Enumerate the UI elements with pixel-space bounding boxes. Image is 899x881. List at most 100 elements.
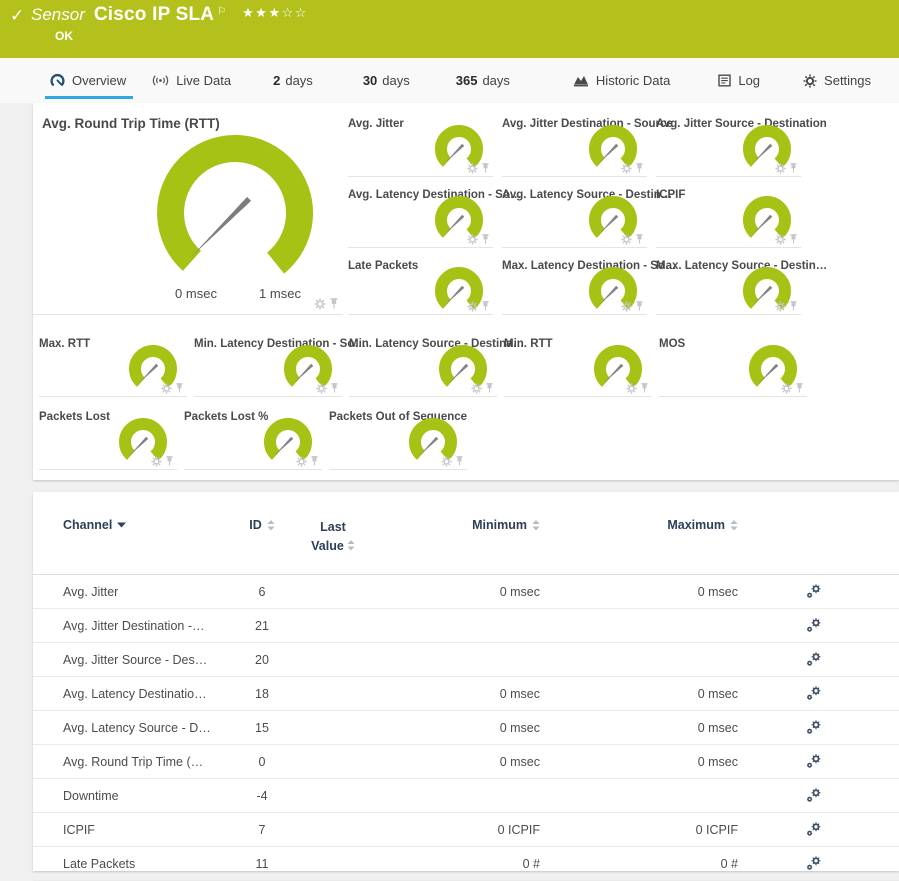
cell-id: 6 [233,585,291,599]
table-row: Avg. Latency Destinatio… 18 0 msec 0 mse… [33,677,899,711]
gauge-cell: Max. RTT [39,331,187,397]
gear-icon[interactable] [316,383,327,394]
column-header-last-value[interactable]: Last Value [304,518,362,556]
column-header-maximum[interactable]: Maximum [540,518,738,532]
gauge-cell-avg-rtt: Avg. Round Trip Time (RTT) 0 msec 1 msec [33,103,343,315]
gauge-cell: Late Packets [348,253,493,315]
pin-icon[interactable] [481,300,490,312]
pin-icon[interactable] [481,233,490,245]
gear-icon[interactable] [626,383,637,394]
column-header-channel[interactable]: Channel [63,518,233,532]
gear-icon[interactable] [775,234,786,245]
pin-icon[interactable] [485,382,494,394]
cell-minimum: 0 # [375,857,540,871]
gauge-cell: Max. Latency Source - Destin… [656,253,801,315]
sort-icon [347,540,355,551]
column-header-id[interactable]: ID [233,518,291,532]
cell-minimum: 0 ICPIF [375,823,540,837]
tab-2-days[interactable]: 2 days [273,58,313,103]
pin-icon[interactable] [640,382,649,394]
gear-icon[interactable] [621,301,632,312]
pin-icon[interactable] [635,162,644,174]
tab-settings[interactable]: Settings [803,58,871,103]
gear-icon[interactable] [151,456,162,467]
pin-icon[interactable] [330,382,339,394]
channel-settings-icon[interactable] [806,788,822,803]
pin-icon[interactable] [455,455,464,467]
gear-icon[interactable] [161,383,172,394]
table-row: Late Packets 11 0 # 0 # [33,847,899,881]
tab-30-days[interactable]: 30 days [363,58,410,103]
pin-icon[interactable] [481,162,490,174]
gauge-cell: Max. Latency Destination - So… [502,253,647,315]
gear-icon[interactable] [471,383,482,394]
pin-icon[interactable] [165,455,174,467]
cell-minimum: 0 msec [375,755,540,769]
gauge-cell: Min. Latency Destination - So… [194,331,342,397]
cell-maximum: 0 msec [540,721,738,735]
channel-settings-icon[interactable] [806,720,822,735]
tab-bar: Overview Live Data 2 days 30 days 365 da… [0,58,899,103]
pin-icon[interactable] [795,382,804,394]
cell-maximum: 0 msec [540,687,738,701]
pin-icon[interactable] [789,162,798,174]
gauge-cell: Avg. Latency Destination - So… [348,182,493,248]
tab-live-data[interactable]: Live Data [152,58,231,103]
channel-settings-icon[interactable] [806,584,822,599]
gear-icon[interactable] [775,163,786,174]
broadcast-icon [152,74,169,87]
gear-icon[interactable] [781,383,792,394]
gear-icon[interactable] [467,234,478,245]
pin-icon[interactable] [635,233,644,245]
gauge-cell: Avg. Jitter Source - Destination [656,111,801,177]
gauge-cell: MOS [659,331,807,397]
pin-icon[interactable] [789,233,798,245]
channel-settings-icon[interactable] [806,754,822,769]
pin-icon[interactable] [635,300,644,312]
gear-icon[interactable] [621,163,632,174]
table-row: Avg. Latency Source - D… 15 0 msec 0 mse… [33,711,899,745]
priority-stars[interactable]: ★★★☆☆ [242,5,308,20]
gear-icon[interactable] [296,456,307,467]
sort-desc-icon [117,522,126,528]
status-badge: OK [55,29,73,43]
channel-settings-icon[interactable] [806,652,822,667]
table-row: Avg. Jitter Source - Des… 20 [33,643,899,677]
column-header-minimum[interactable]: Minimum [375,518,540,532]
gear-icon[interactable] [621,234,632,245]
cell-maximum: 0 # [540,857,738,871]
gear-icon[interactable] [441,456,452,467]
gauge-max-label: 1 msec [245,286,315,301]
table-row: ICPIF 7 0 ICPIF 0 ICPIF [33,813,899,847]
pin-icon[interactable] [310,455,319,467]
cell-id: 11 [233,857,291,871]
tab-365-days[interactable]: 365 days [456,58,510,103]
pin-icon[interactable] [175,382,184,394]
gear-icon [803,74,817,88]
status-check-icon: ✓ [10,6,24,26]
gauge-cell: Avg. Jitter Destination - Source [502,111,647,177]
cell-channel: Avg. Jitter [63,585,233,599]
pin-icon[interactable] [789,300,798,312]
cell-id: 21 [233,619,291,633]
sort-icon [730,520,738,531]
channel-settings-icon[interactable] [806,618,822,633]
tab-log[interactable]: Log [718,58,760,103]
gauge-min-label: 0 msec [161,286,231,301]
gear-icon[interactable] [314,298,326,310]
gauge-cell: Min. RTT [504,331,652,397]
cell-id: 7 [233,823,291,837]
tab-overview[interactable]: Overview [50,58,126,103]
gauge-cell: ICPIF [656,182,801,248]
channel-settings-icon[interactable] [806,856,822,871]
channel-settings-icon[interactable] [806,686,822,701]
cell-id: 18 [233,687,291,701]
gear-icon[interactable] [467,163,478,174]
gear-icon[interactable] [775,301,786,312]
channel-settings-icon[interactable] [806,822,822,837]
pin-icon[interactable] [329,297,339,310]
tab-historic-data[interactable]: Historic Data [573,58,670,103]
gear-icon[interactable] [467,301,478,312]
cell-maximum: 0 msec [540,585,738,599]
table-row: Avg. Round Trip Time (… 0 0 msec 0 msec [33,745,899,779]
